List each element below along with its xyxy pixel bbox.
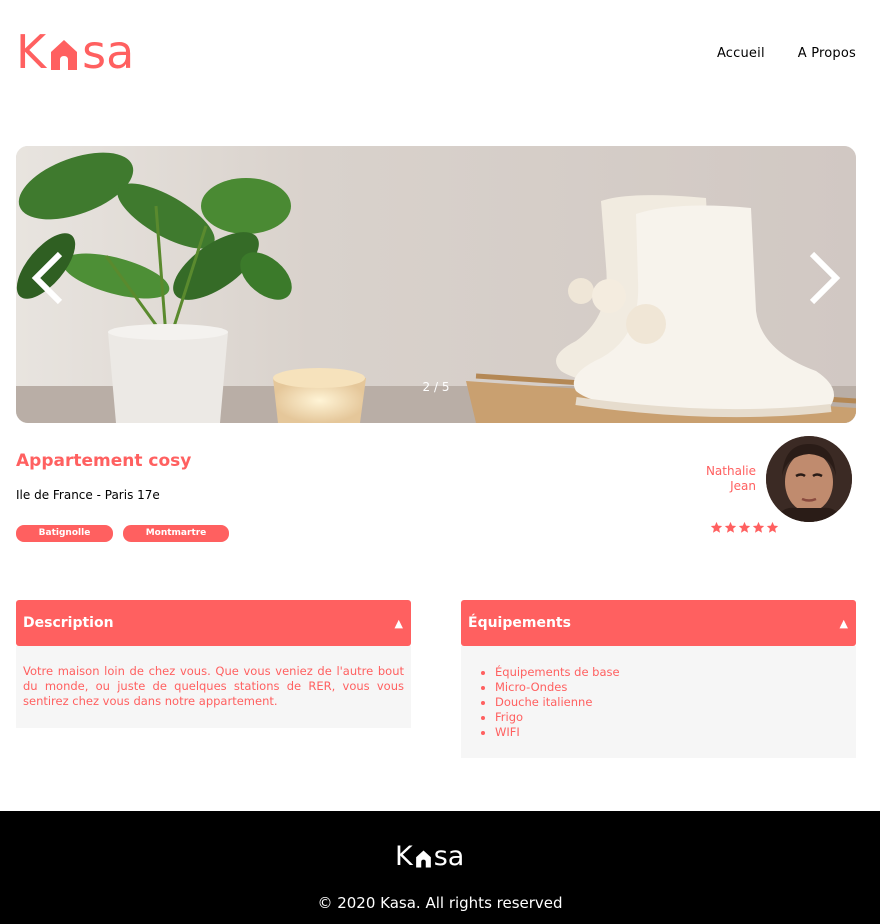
list-item: Douche italienne [495, 695, 856, 710]
equipments-body: Équipements de base Micro-Ondes Douche i… [461, 646, 856, 758]
house-icon [415, 850, 431, 867]
kasa-logo[interactable]: K sa [16, 26, 161, 78]
description-text: Votre maison loin de chez vous. Que vous… [23, 664, 404, 708]
tag: Batignolle [16, 525, 113, 542]
footer-logo: K sa [395, 841, 464, 872]
listing-title: Appartement cosy [16, 451, 192, 471]
host-last-name: Jean [730, 479, 756, 493]
nav-a-propos-link[interactable]: A Propos [798, 46, 856, 61]
copyright-text: © 2020 Kasa. All rights reserved [317, 894, 563, 912]
equipments-toggle[interactable]: Équipements ▲ [461, 600, 856, 646]
slide-counter: 2 / 5 [422, 380, 450, 394]
description-title: Description [23, 615, 114, 631]
equipments-list: Équipements de base Micro-Ondes Douche i… [495, 665, 856, 740]
star-icon [710, 521, 723, 533]
host-first-name: Nathalie [705, 464, 756, 478]
chevron-up-icon[interactable]: ▲ [840, 617, 848, 630]
host-name: Nathalie Jean [706, 464, 756, 494]
equipments-collapse: Équipements ▲ Équipements de base Micro-… [461, 600, 856, 758]
photo-carousel: 2 / 5 [16, 146, 856, 423]
chevron-right-icon[interactable] [806, 250, 842, 306]
equipments-title: Équipements [468, 615, 571, 631]
star-icon [738, 521, 751, 533]
host-card: Nathalie Jean [692, 436, 852, 526]
tag-list: Batignolle Montmartre [16, 525, 229, 542]
footer: K sa © 2020 Kasa. All rights reserved [0, 811, 880, 924]
star-icon [766, 521, 779, 533]
nav-accueil-link[interactable]: Accueil [717, 46, 765, 61]
description-body: Votre maison loin de chez vous. Que vous… [16, 646, 411, 728]
star-icon [752, 521, 765, 533]
list-item: Frigo [495, 710, 856, 725]
list-item: Équipements de base [495, 665, 856, 680]
chevron-left-icon[interactable] [30, 250, 66, 306]
footer-logo-letters-sa: sa [433, 841, 465, 872]
footer-logo-letter-k: K [395, 841, 413, 872]
description-collapse: Description ▲ Votre maison loin de chez … [16, 600, 411, 728]
avatar [766, 436, 852, 522]
logo-letters-sa: sa [82, 25, 135, 79]
rating-stars [710, 521, 779, 534]
main-nav: Accueil A Propos [717, 46, 856, 61]
listing-location: Ile de France - Paris 17e [16, 488, 160, 502]
list-item: Micro-Ondes [495, 680, 856, 695]
house-icon [51, 40, 78, 70]
header: K sa Accueil A Propos [16, 26, 856, 82]
tag: Montmartre [123, 525, 229, 542]
list-item: WIFI [495, 725, 856, 740]
description-toggle[interactable]: Description ▲ [16, 600, 411, 646]
logo-letter-k: K [16, 25, 47, 79]
chevron-up-icon[interactable]: ▲ [395, 617, 403, 630]
star-icon [724, 521, 737, 533]
